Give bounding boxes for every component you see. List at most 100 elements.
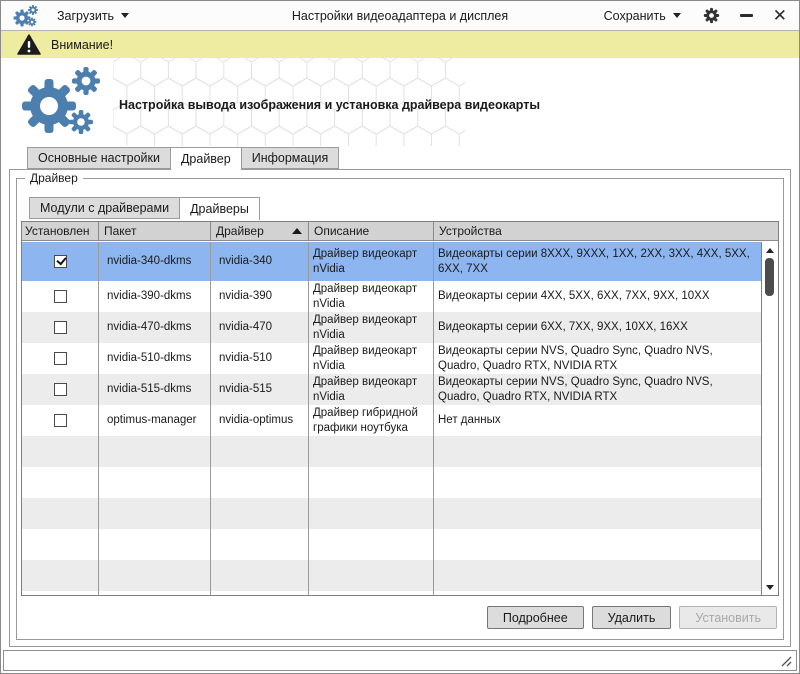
- app-gears-icon: [13, 4, 39, 28]
- cell-description: Драйвер видеокарт nVidia: [309, 242, 434, 281]
- app-window: Загрузить Настройки видеоадаптера и дисп…: [0, 0, 800, 674]
- empty-cell: [22, 591, 99, 595]
- empty-table-row: [22, 560, 761, 591]
- warning-triangle-icon: [17, 34, 41, 55]
- cell-installed: [22, 405, 99, 436]
- warning-bar: Внимание!: [1, 31, 799, 58]
- tab-basic-settings[interactable]: Основные настройки: [27, 147, 171, 169]
- cell-package: nvidia-515-dkms: [99, 374, 211, 405]
- main-tabbar: Основные настройки Драйвер Информация: [27, 147, 339, 170]
- installed-checkbox[interactable]: [54, 352, 67, 365]
- drivers-table: Установлен Пакет Драйвер Описание Устрой…: [21, 221, 779, 596]
- cell-installed: [22, 343, 99, 374]
- table-row[interactable]: optimus-managernvidia-optimusДрайвер гиб…: [22, 405, 761, 436]
- details-button[interactable]: Подробнее: [487, 606, 584, 629]
- cell-driver: nvidia-340: [211, 242, 309, 281]
- cell-description: Драйвер видеокарт nVidia: [309, 312, 434, 343]
- cell-description: Драйвер видеокарт nVidia: [309, 281, 434, 312]
- column-header-description[interactable]: Описание: [309, 222, 434, 240]
- empty-cell: [309, 529, 434, 560]
- cell-devices: Видеокарты серии NVS, Quadro Sync, Quadr…: [434, 374, 761, 405]
- settings-gear-button[interactable]: [703, 7, 720, 24]
- scrollbar-thumb[interactable]: [765, 258, 774, 296]
- empty-cell: [22, 529, 99, 560]
- column-header-installed[interactable]: Установлен: [22, 222, 99, 240]
- cell-devices: Видеокарты серии NVS, Quadro Sync, Quadr…: [434, 343, 761, 374]
- chevron-down-icon: [673, 13, 681, 18]
- table-row[interactable]: nvidia-390-dkmsnvidia-390Драйвер видеока…: [22, 281, 761, 312]
- empty-cell: [99, 560, 211, 591]
- driver-sub-tabbar: Модули с драйверами Драйверы: [29, 197, 260, 220]
- sort-ascending-icon: [292, 228, 302, 234]
- empty-cell: [22, 436, 99, 467]
- banner: Настройка вывода изображения и установка…: [1, 58, 799, 146]
- gear-icon: [703, 7, 720, 24]
- minimize-icon: [740, 14, 753, 17]
- warning-label: Внимание!: [51, 38, 113, 52]
- close-button[interactable]: ✕: [773, 7, 787, 24]
- column-header-package[interactable]: Пакет: [99, 222, 211, 240]
- scrollbar-up-button[interactable]: [762, 243, 778, 257]
- installed-checkbox[interactable]: [54, 290, 67, 303]
- cell-installed: [22, 312, 99, 343]
- tab-drivers[interactable]: Драйверы: [180, 197, 260, 220]
- empty-cell: [434, 436, 761, 467]
- scrollbar-down-button[interactable]: [762, 580, 778, 594]
- empty-cell: [434, 498, 761, 529]
- empty-cell: [309, 467, 434, 498]
- installed-checkbox[interactable]: [54, 383, 67, 396]
- empty-cell: [99, 436, 211, 467]
- empty-table-row: [22, 498, 761, 529]
- empty-cell: [434, 591, 761, 595]
- cell-installed: [22, 281, 99, 312]
- cell-description: Драйвер видеокарт nVidia: [309, 343, 434, 374]
- table-row[interactable]: nvidia-515-dkmsnvidia-515Драйвер видеока…: [22, 374, 761, 405]
- cell-package: nvidia-510-dkms: [99, 343, 211, 374]
- table-row[interactable]: nvidia-340-dkmsnvidia-340Драйвер видеока…: [22, 242, 761, 281]
- remove-button[interactable]: Удалить: [592, 606, 672, 629]
- cell-devices: Видеокарты серии 4XX, 5XX, 6XX, 7XX, 9XX…: [434, 281, 761, 312]
- empty-cell: [211, 591, 309, 595]
- save-menu-button[interactable]: Сохранить: [602, 5, 683, 27]
- cell-driver: nvidia-515: [211, 374, 309, 405]
- empty-table-row: [22, 591, 761, 595]
- close-icon: ✕: [773, 7, 787, 24]
- installed-checkbox[interactable]: [54, 255, 67, 268]
- minimize-button[interactable]: [740, 14, 753, 17]
- tab-information[interactable]: Информация: [242, 147, 340, 169]
- install-button[interactable]: Установить: [679, 606, 777, 629]
- column-header-devices[interactable]: Устройства: [434, 222, 778, 240]
- table-row[interactable]: nvidia-510-dkmsnvidia-510Драйвер видеока…: [22, 343, 761, 374]
- table-row[interactable]: nvidia-470-dkmsnvidia-470Драйвер видеока…: [22, 312, 761, 343]
- empty-cell: [99, 467, 211, 498]
- cell-installed: [22, 374, 99, 405]
- chevron-down-icon: [121, 13, 129, 18]
- cell-driver: nvidia-510: [211, 343, 309, 374]
- cell-devices: Видеокарты серии 6XX, 7XX, 9XX, 10XX, 16…: [434, 312, 761, 343]
- tab-driver[interactable]: Драйвер: [171, 147, 242, 170]
- cell-driver: nvidia-390: [211, 281, 309, 312]
- installed-checkbox[interactable]: [54, 321, 67, 334]
- empty-cell: [211, 529, 309, 560]
- empty-cell: [434, 467, 761, 498]
- cell-package: optimus-manager: [99, 405, 211, 436]
- cell-package: nvidia-470-dkms: [99, 312, 211, 343]
- cell-driver: nvidia-optimus: [211, 405, 309, 436]
- tab-driver-modules[interactable]: Модули с драйверами: [29, 197, 180, 219]
- column-header-driver-label: Драйвер: [216, 224, 264, 238]
- load-menu-button[interactable]: Загрузить: [55, 5, 131, 27]
- empty-cell: [309, 591, 434, 595]
- empty-cell: [22, 560, 99, 591]
- empty-cell: [309, 436, 434, 467]
- resize-grip-icon[interactable]: [780, 655, 792, 667]
- load-label: Загрузить: [57, 9, 114, 23]
- cell-devices: Видеокарты серии 8XXX, 9XXX, 1XX, 2XX, 3…: [434, 242, 761, 281]
- drivers-table-header: Установлен Пакет Драйвер Описание Устрой…: [22, 222, 778, 241]
- vertical-scrollbar[interactable]: [761, 242, 778, 595]
- installed-checkbox[interactable]: [54, 414, 67, 427]
- arrow-down-icon: [766, 585, 774, 590]
- cell-driver: nvidia-470: [211, 312, 309, 343]
- column-header-driver[interactable]: Драйвер: [211, 222, 309, 240]
- empty-cell: [211, 560, 309, 591]
- screen: Загрузить Настройки видеоадаптера и дисп…: [0, 0, 800, 674]
